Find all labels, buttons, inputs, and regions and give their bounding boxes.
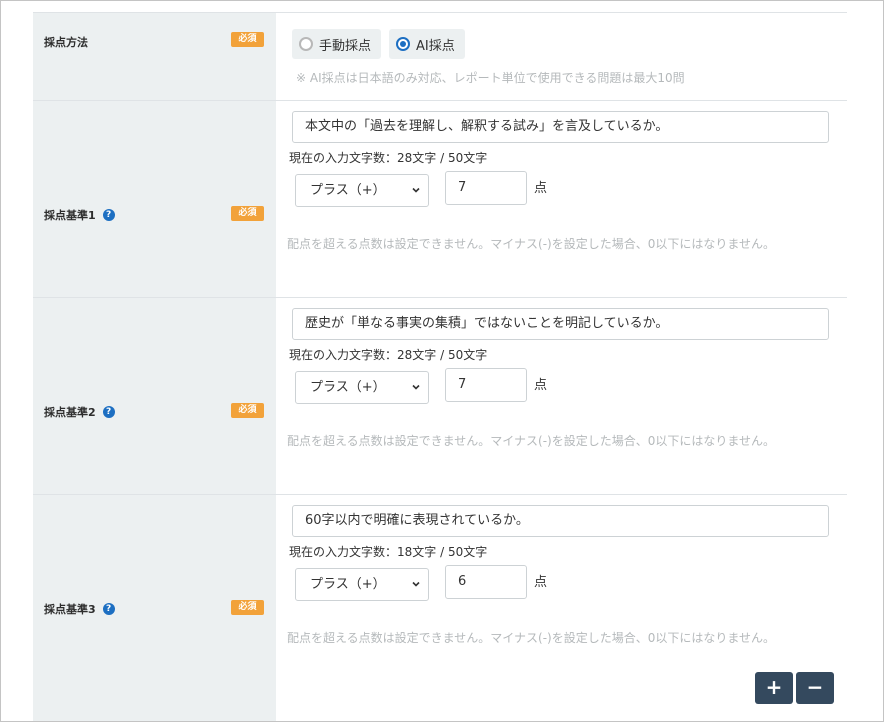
criterion-label: 採点基準3 ? xyxy=(44,601,115,617)
criterion-label-text: 採点基準2 xyxy=(44,406,96,419)
criterion-row-1: 採点基準1 ? 必須 本文中の「過去を理解し、解釈する試み」を言及しているか。 … xyxy=(33,101,847,298)
required-badge: 必須 xyxy=(231,32,264,47)
score-unit: 点 xyxy=(534,378,548,393)
criterion-cell: 本文中の「過去を理解し、解釈する試み」を言及しているか。 現在の入力文字数：28… xyxy=(276,101,847,297)
required-badge: 必須 xyxy=(231,600,264,615)
radio-unchecked-icon xyxy=(299,37,313,51)
grading-method-label: 採点方法 xyxy=(44,34,88,50)
help-icon[interactable]: ? xyxy=(102,209,115,221)
required-badge: 必須 xyxy=(231,206,264,221)
criterion-header: 採点基準2 ? 必須 xyxy=(33,298,276,494)
criterion-header: 採点基準1 ? 必須 xyxy=(33,101,276,297)
criterion-cell: 歴史が「単なる事実の集積」ではないことを明記しているか。 現在の入力文字数：28… xyxy=(276,298,847,494)
grading-method-header: 採点方法 必須 xyxy=(33,13,276,100)
required-badge: 必須 xyxy=(231,403,264,418)
chevron-down-icon xyxy=(412,384,420,390)
chevron-down-icon xyxy=(412,581,420,587)
add-criterion-button[interactable]: + xyxy=(755,672,793,704)
ai-grading-label: AI採点 xyxy=(416,38,455,54)
criterion-note: 配点を超える点数は設定できません。マイナス(-)を設定した場合、0以下にはなりま… xyxy=(287,237,776,251)
help-icon[interactable]: ? xyxy=(102,406,115,418)
ai-grading-note: ※ AI採点は日本語のみ対応、レポート単位で使用できる問題は最大10問 xyxy=(296,71,685,85)
score-input[interactable]: 7 xyxy=(445,171,527,205)
grading-table: 採点方法 必須 手動採点 AI採点 ※ AI採点は日本語のみ対応、レポート単位で… xyxy=(33,12,847,721)
score-input[interactable]: 7 xyxy=(445,368,527,402)
criterion-text-input[interactable]: 本文中の「過去を理解し、解釈する試み」を言及しているか。 xyxy=(292,111,829,143)
grading-method-radio-group: 手動採点 AI採点 xyxy=(292,29,465,59)
score-unit: 点 xyxy=(534,575,548,590)
help-icon[interactable]: ? xyxy=(102,603,115,615)
criterion-text-input[interactable]: 60字以内で明確に表現されているか。 xyxy=(292,505,829,537)
char-count: 現在の入力文字数：18文字 / 50文字 xyxy=(289,545,488,559)
sign-select-value: プラス（+） xyxy=(310,380,386,395)
grading-settings-panel: 採点方法 必須 手動採点 AI採点 ※ AI採点は日本語のみ対応、レポート単位で… xyxy=(0,0,884,722)
char-count: 現在の入力文字数：28文字 / 50文字 xyxy=(289,151,488,165)
sign-select[interactable]: プラス（+） xyxy=(295,568,429,601)
criterion-row-3: 採点基準3 ? 必須 60字以内で明確に表現されているか。 現在の入力文字数：1… xyxy=(33,495,847,721)
char-count: 現在の入力文字数：28文字 / 50文字 xyxy=(289,348,488,362)
sign-select-value: プラス（+） xyxy=(310,577,386,592)
criterion-header: 採点基準3 ? 必須 xyxy=(33,495,276,721)
criteria-add-remove-group: + − xyxy=(755,672,834,704)
criterion-text-input[interactable]: 歴史が「単なる事実の集積」ではないことを明記しているか。 xyxy=(292,308,829,340)
criterion-label-text: 採点基準1 xyxy=(44,209,96,222)
criterion-label-text: 採点基準3 xyxy=(44,603,96,616)
manual-grading-radio[interactable]: 手動採点 xyxy=(292,29,382,59)
manual-grading-label: 手動採点 xyxy=(319,38,372,54)
score-input[interactable]: 6 xyxy=(445,565,527,599)
criterion-row-2: 採点基準2 ? 必須 歴史が「単なる事実の集積」ではないことを明記しているか。 … xyxy=(33,298,847,495)
ai-grading-radio[interactable]: AI採点 xyxy=(389,29,465,59)
grading-method-row: 採点方法 必須 手動採点 AI採点 ※ AI採点は日本語のみ対応、レポート単位で… xyxy=(33,13,847,101)
grading-method-cell: 手動採点 AI採点 ※ AI採点は日本語のみ対応、レポート単位で使用できる問題は… xyxy=(276,13,847,100)
grading-method-label-text: 採点方法 xyxy=(44,36,88,49)
criterion-label: 採点基準2 ? xyxy=(44,404,115,420)
radio-checked-icon xyxy=(396,37,411,51)
sign-select[interactable]: プラス（+） xyxy=(295,371,429,404)
criterion-label: 採点基準1 ? xyxy=(44,207,115,223)
criterion-note: 配点を超える点数は設定できません。マイナス(-)を設定した場合、0以下にはなりま… xyxy=(287,434,776,448)
sign-select[interactable]: プラス（+） xyxy=(295,174,429,207)
chevron-down-icon xyxy=(412,187,420,193)
score-unit: 点 xyxy=(534,181,548,196)
criterion-cell: 60字以内で明確に表現されているか。 現在の入力文字数：18文字 / 50文字 … xyxy=(276,495,847,721)
criterion-note: 配点を超える点数は設定できません。マイナス(-)を設定した場合、0以下にはなりま… xyxy=(287,631,776,645)
sign-select-value: プラス（+） xyxy=(310,183,386,198)
remove-criterion-button[interactable]: − xyxy=(796,672,834,704)
